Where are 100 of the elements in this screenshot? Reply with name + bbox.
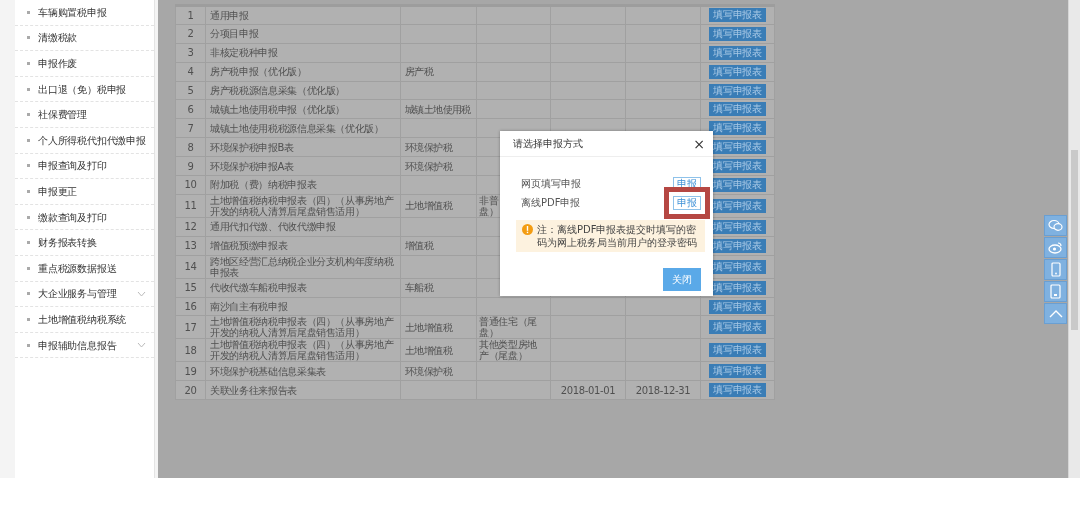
table-cell: 环境保护税: [405, 141, 452, 153]
table-cell: 土地增值税: [405, 344, 452, 356]
table-cell: 通用申报: [210, 9, 249, 21]
table-cell: 环境保护税基础信息采集表: [210, 365, 326, 377]
table-cell: 环境保护税: [405, 365, 452, 377]
table-cell: 城镇土地使用税税源信息采集（优化版）: [210, 122, 384, 134]
table-cell: 代收代缴车船税申报表: [210, 282, 307, 294]
sidebar-item[interactable]: 申报查询及打印: [15, 153, 154, 180]
table-cell: 分项目申报: [210, 28, 259, 40]
sidebar-item[interactable]: 社保费管理: [15, 102, 154, 128]
fill-form-button[interactable]: 填写申报表: [709, 364, 766, 379]
table-cell: 18: [184, 344, 197, 356]
table-cell: 12: [184, 221, 197, 233]
fill-form-button[interactable]: 填写申报表: [709, 64, 766, 79]
fill-form-button[interactable]: 填写申报表: [709, 45, 766, 60]
bullet-icon: [27, 317, 30, 321]
table-cell: 11: [184, 200, 197, 212]
sidebar-item[interactable]: 申报作废: [15, 51, 154, 77]
note-text: 注：离线PDF申报表提交时填写的密码为网上税务局当前用户的登录密码: [537, 223, 698, 249]
sidebar-item[interactable]: 个人所得税代扣代缴申报: [15, 127, 154, 154]
table-cell: 6: [187, 103, 194, 115]
table-cell: 环境保护税: [405, 160, 452, 172]
table-cell: 2: [187, 28, 194, 40]
table-cell: 非核定税种申报: [210, 47, 278, 59]
table-cell: 15: [184, 282, 197, 294]
chevron-up-icon[interactable]: [1044, 303, 1067, 324]
table-cell: 8: [187, 141, 194, 153]
table-cell: 通用代扣代缴、代收代缴申报: [210, 221, 336, 233]
scrollbar[interactable]: [1068, 0, 1080, 478]
swirl-icon[interactable]: [1044, 237, 1067, 258]
table-cell: 2018-01-01: [560, 384, 616, 396]
option-label: 网页填写申报: [521, 177, 581, 191]
bullet-icon: [27, 266, 30, 270]
bullet-icon: [27, 113, 30, 117]
sidebar-item[interactable]: 申报更正: [15, 179, 154, 205]
sidebar-item[interactable]: 大企业服务与管理: [15, 281, 154, 308]
table-cell: 其他类型房地产（尾盘）: [479, 339, 537, 362]
table-cell: 普通住宅（尾盘）: [479, 316, 537, 339]
close-button[interactable]: 关闭: [663, 268, 701, 291]
table-cell: 1: [187, 9, 194, 21]
bullet-icon: [27, 189, 30, 193]
sidebar-item[interactable]: 重点税源数据报送: [15, 255, 154, 282]
bullet-icon: [27, 292, 30, 296]
table-cell: 19: [184, 365, 197, 377]
table-cell: 增值税: [405, 240, 434, 252]
table-cell: 17: [184, 321, 197, 333]
table-cell: 附加税（费）纳税申报表: [210, 179, 317, 191]
table-cell: 7: [187, 122, 194, 134]
table-cell: 城镇土地使用税: [405, 103, 471, 115]
table-cell: 13: [184, 240, 197, 252]
bullet-icon: [27, 164, 30, 168]
fill-form-button[interactable]: 填写申报表: [709, 102, 766, 117]
sidebar-item[interactable]: 清缴税款: [15, 25, 154, 52]
fill-form-button[interactable]: 填写申报表: [709, 8, 766, 23]
bullet-icon: [27, 36, 30, 40]
fill-form-button[interactable]: 填写申报表: [709, 299, 766, 314]
sidebar-item[interactable]: 申报辅助信息报告: [15, 332, 154, 359]
table-cell: 关联业务往来报告表: [210, 384, 297, 396]
sidebar-item[interactable]: 缴款查询及打印: [15, 204, 154, 231]
table-cell: 房产税: [405, 66, 434, 78]
bullet-icon: [27, 215, 30, 219]
fill-form-button[interactable]: 填写申报表: [709, 343, 766, 358]
chat-icon[interactable]: [1044, 215, 1067, 236]
bullet-icon: [27, 138, 30, 142]
phone-icon[interactable]: [1044, 259, 1067, 280]
table-cell: 16: [184, 301, 197, 312]
table-cell: 14: [184, 261, 197, 273]
bullet-icon: [27, 62, 30, 65]
fill-form-button[interactable]: 填写申报表: [709, 121, 766, 136]
warning-icon: [522, 224, 533, 235]
sidebar-item[interactable]: 财务报表转换: [15, 230, 154, 256]
table-cell: 土地增值税纳税申报表（四）（从事房地产开发的纳税人清算后尾盘销售适用）: [210, 339, 394, 362]
fill-form-button[interactable]: 填写申报表: [709, 383, 766, 398]
table-cell: 20: [184, 384, 197, 396]
sidebar-item[interactable]: 出口退（免）税申报: [15, 76, 154, 103]
table-cell: 10: [184, 179, 197, 191]
bullet-icon: [27, 87, 30, 91]
table-cell: 增值税预缴申报表: [210, 240, 288, 252]
table-cell: 4: [187, 66, 194, 78]
fill-form-button[interactable]: 填写申报表: [709, 26, 766, 41]
option-label: 离线PDF申报: [521, 196, 581, 210]
dialog-title: 请选择申报方式: [513, 137, 583, 151]
fill-form-button[interactable]: 填写申报表: [709, 320, 766, 335]
table-cell: 环境保护税申报B表: [210, 141, 294, 153]
close-button[interactable]: ×: [693, 136, 705, 151]
bullet-icon: [27, 10, 30, 14]
table-cell: 土地增值税纳税申报表（四）（从事房地产开发的纳税人清算后尾盘销售适用）: [210, 194, 394, 217]
table-cell: 房产税申报（优化版）: [210, 66, 307, 78]
table-cell: 土地增值税: [405, 321, 452, 333]
table-cell: 车船税: [405, 282, 434, 294]
tablet-icon[interactable]: [1044, 281, 1067, 302]
table-cell: 9: [187, 160, 194, 172]
table-cell: 3: [187, 47, 194, 59]
sidebar-item[interactable]: 车辆购置税申报: [15, 0, 154, 26]
sidebar-item[interactable]: 土地增值税纳税系统: [15, 307, 154, 333]
table-cell: 南沙自主有税申报: [210, 301, 288, 312]
table-cell: 城镇土地使用税申报（优化版）: [210, 103, 346, 115]
table-cell: 房产税税源信息采集（优化版）: [210, 85, 346, 96]
fill-form-button[interactable]: 填写申报表: [709, 83, 766, 98]
table-cell: 5: [187, 85, 194, 96]
